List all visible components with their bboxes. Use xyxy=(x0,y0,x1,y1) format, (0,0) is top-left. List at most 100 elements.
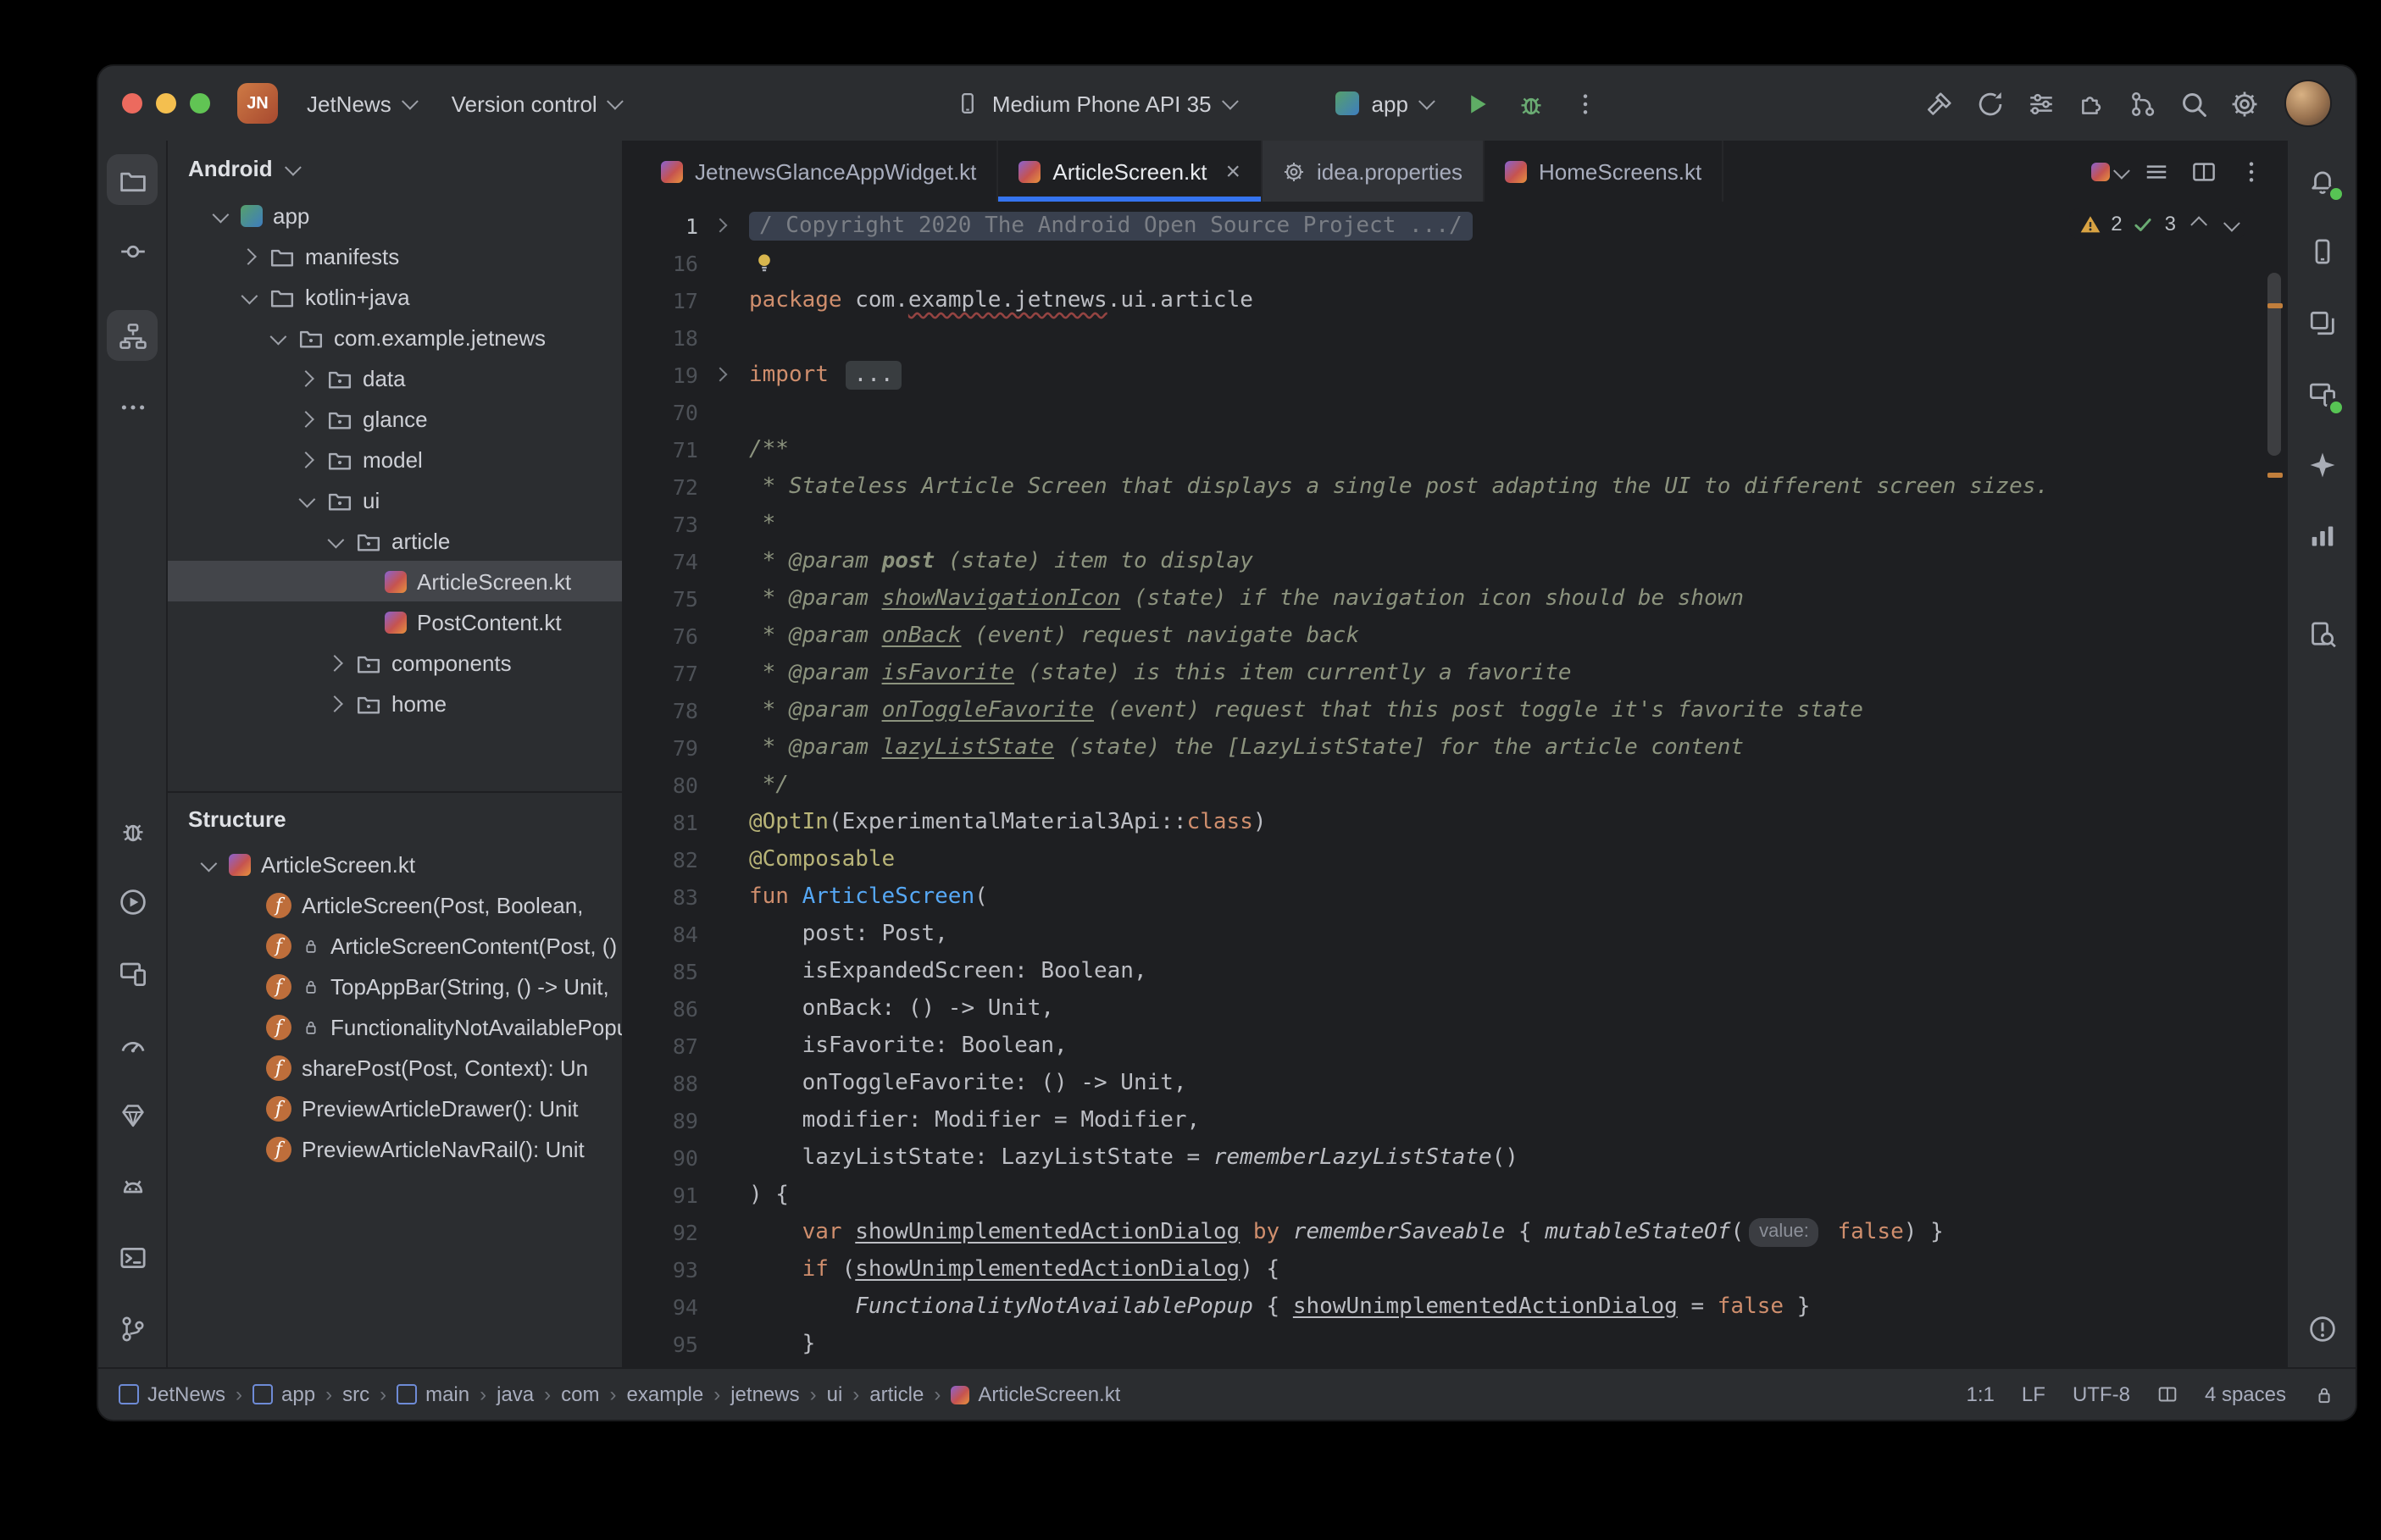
structure-item-articlescreencontent-post[interactable]: ArticleScreenContent(Post, () xyxy=(168,925,622,966)
commit-icon[interactable] xyxy=(107,225,158,276)
project-panel-header[interactable]: Android xyxy=(168,141,622,195)
breadcrumb-jetnews[interactable]: JetNews xyxy=(119,1382,225,1406)
structure-root[interactable]: ArticleScreen.kt xyxy=(168,844,622,884)
code-line-81[interactable]: 81@OptIn(ExperimentalMaterial3Api::class… xyxy=(624,803,2286,840)
debug-button[interactable] xyxy=(1507,80,1555,127)
tree-item-articlescreen-kt[interactable]: ArticleScreen.kt xyxy=(168,561,622,601)
structure-item-functionalitynotavailablepopu[interactable]: FunctionalityNotAvailablePopu xyxy=(168,1006,622,1047)
chevron-right-icon[interactable] xyxy=(297,451,314,468)
code-line-87[interactable]: 87 isFavorite: Boolean, xyxy=(624,1027,2286,1064)
close-window-button[interactable] xyxy=(122,93,142,114)
problems-icon[interactable] xyxy=(2296,1303,2347,1354)
notifications-icon[interactable] xyxy=(2296,154,2347,205)
breadcrumb-ui[interactable]: ui xyxy=(827,1382,843,1406)
tree-item-kotlin-java[interactable]: kotlin+java xyxy=(168,276,622,317)
tree-item-model[interactable]: model xyxy=(168,439,622,479)
code-line-72[interactable]: 72 * Stateless Article Screen that displ… xyxy=(624,468,2286,505)
terminal-icon[interactable] xyxy=(107,1232,158,1282)
project-icon[interactable] xyxy=(107,154,158,205)
previous-issue-icon[interactable] xyxy=(2191,217,2206,232)
split-editor-icon[interactable] xyxy=(2181,149,2225,193)
indent-icon[interactable] xyxy=(2157,1384,2178,1404)
run-configuration-selector[interactable]: app xyxy=(1321,80,1446,127)
warning-stripe-mark[interactable] xyxy=(2267,473,2283,478)
logcat-icon[interactable] xyxy=(107,1161,158,1211)
chevron-down-icon[interactable] xyxy=(269,328,286,345)
code-line-19[interactable]: 19import ... xyxy=(624,356,2286,393)
tab-articlescreen-kt[interactable]: ArticleScreen.kt xyxy=(998,141,1263,202)
code-line-92[interactable]: 92 var showUnimplementedActionDialog by … xyxy=(624,1213,2286,1250)
structure-item-sharepost-post-context-un[interactable]: sharePost(Post, Context): Un xyxy=(168,1047,622,1088)
code-line-78[interactable]: 78 * @param onToggleFavorite (event) req… xyxy=(624,691,2286,728)
breadcrumb-main[interactable]: main xyxy=(397,1382,469,1406)
structure-item-topappbar-string-unit[interactable]: TopAppBar(String, () -> Unit, xyxy=(168,966,622,1006)
tab-idea-properties[interactable]: idea.properties xyxy=(1263,141,1485,202)
editor-scrollbar[interactable] xyxy=(2266,202,2283,1367)
resource-manager-icon[interactable] xyxy=(2296,296,2347,347)
code-line-70[interactable]: 70 xyxy=(624,393,2286,430)
chevron-right-icon[interactable] xyxy=(325,695,342,712)
tree-item-glance[interactable]: glance xyxy=(168,398,622,439)
structure-icon[interactable] xyxy=(107,310,158,361)
code-line-79[interactable]: 79 * @param lazyListState (state) the [L… xyxy=(624,728,2286,766)
tree-item-app[interactable]: app xyxy=(168,195,622,235)
tree-item-home[interactable]: home xyxy=(168,683,622,723)
chevron-right-icon[interactable] xyxy=(239,247,256,264)
structure-panel-header[interactable]: Structure xyxy=(168,791,622,844)
minimize-window-button[interactable] xyxy=(156,93,176,114)
chevron-right-icon[interactable] xyxy=(325,654,342,671)
more-tool-windows-icon[interactable] xyxy=(107,381,158,432)
code-line-94[interactable]: 94 FunctionalityNotAvailablePopup { show… xyxy=(624,1288,2286,1325)
run-button[interactable] xyxy=(1453,80,1501,127)
user-avatar[interactable] xyxy=(2284,80,2332,127)
settings-icon[interactable] xyxy=(2220,80,2267,127)
more-icon[interactable] xyxy=(2228,149,2273,193)
more-run-options-button[interactable] xyxy=(1562,80,1609,127)
next-issue-icon[interactable] xyxy=(2223,214,2239,230)
warning-stripe-mark[interactable] xyxy=(2267,303,2283,308)
version-control-menu[interactable]: Version control xyxy=(436,80,635,127)
structure-item-articlescreen-post-boolean[interactable]: ArticleScreen(Post, Boolean, xyxy=(168,884,622,925)
sync-icon[interactable] xyxy=(1966,80,2013,127)
breadcrumb-articlescreen-kt[interactable]: ArticleScreen.kt xyxy=(951,1382,1120,1406)
device-selector[interactable]: Medium Phone API 35 xyxy=(941,80,1250,127)
tab-close-icon[interactable] xyxy=(1226,158,1241,184)
code-line-82[interactable]: 82@Composable xyxy=(624,840,2286,878)
running-devices-icon[interactable] xyxy=(107,947,158,998)
code-line-86[interactable]: 86 onBack: () -> Unit, xyxy=(624,989,2286,1027)
breadcrumb-com[interactable]: com xyxy=(561,1382,599,1406)
code-line-89[interactable]: 89 modifier: Modifier = Modifier, xyxy=(624,1101,2286,1138)
line-separator-widget[interactable]: LF xyxy=(2022,1382,2045,1406)
inspections-widget[interactable]: 2 3 xyxy=(2068,208,2245,239)
chevron-down-icon[interactable] xyxy=(212,206,229,223)
code-line-88[interactable]: 88 onToggleFavorite: () -> Unit, xyxy=(624,1064,2286,1101)
code-line-74[interactable]: 74 * @param post (state) item to display xyxy=(624,542,2286,579)
chevron-down-icon[interactable] xyxy=(327,531,344,548)
version-control-icon[interactable] xyxy=(107,1303,158,1354)
running-devices-icon[interactable] xyxy=(2296,368,2347,418)
breadcrumb-article[interactable]: article xyxy=(869,1382,924,1406)
breadcrumb-example[interactable]: example xyxy=(627,1382,704,1406)
tree-item-com-example-jetnews[interactable]: com.example.jetnews xyxy=(168,317,622,357)
code-line-73[interactable]: 73 * xyxy=(624,505,2286,542)
gemini-icon[interactable] xyxy=(2296,439,2347,490)
dependencies-icon[interactable] xyxy=(107,1089,158,1140)
code-line-84[interactable]: 84 post: Post, xyxy=(624,915,2286,952)
breadcrumb-src[interactable]: src xyxy=(342,1382,369,1406)
code-line-90[interactable]: 90 lazyListState: LazyListState = rememb… xyxy=(624,1138,2286,1176)
tree-item-postcontent-kt[interactable]: PostContent.kt xyxy=(168,601,622,642)
tree-item-ui[interactable]: ui xyxy=(168,479,622,520)
indent-widget[interactable]: 4 spaces xyxy=(2205,1382,2286,1406)
pull-requests-icon[interactable] xyxy=(2118,80,2166,127)
scrollbar-thumb[interactable] xyxy=(2267,273,2281,456)
tree-item-components[interactable]: components xyxy=(168,642,622,683)
breadcrumb-app[interactable]: app xyxy=(253,1382,315,1406)
code-line-17[interactable]: 17package com.example.jetnews.ui.article xyxy=(624,281,2286,319)
chevron-down-icon[interactable] xyxy=(241,287,258,304)
code-line-16[interactable]: 16 xyxy=(624,244,2286,281)
fold-chevron-icon[interactable] xyxy=(713,219,728,233)
intention-bulb-icon[interactable] xyxy=(752,251,776,274)
code-line-76[interactable]: 76 * @param onBack (event) request navig… xyxy=(624,617,2286,654)
tab-jetnewsglanceappwidget-kt[interactable]: JetnewsGlanceAppWidget.kt xyxy=(641,141,998,202)
structure-item-previewarticlenavrail-unit[interactable]: PreviewArticleNavRail(): Unit xyxy=(168,1128,622,1169)
